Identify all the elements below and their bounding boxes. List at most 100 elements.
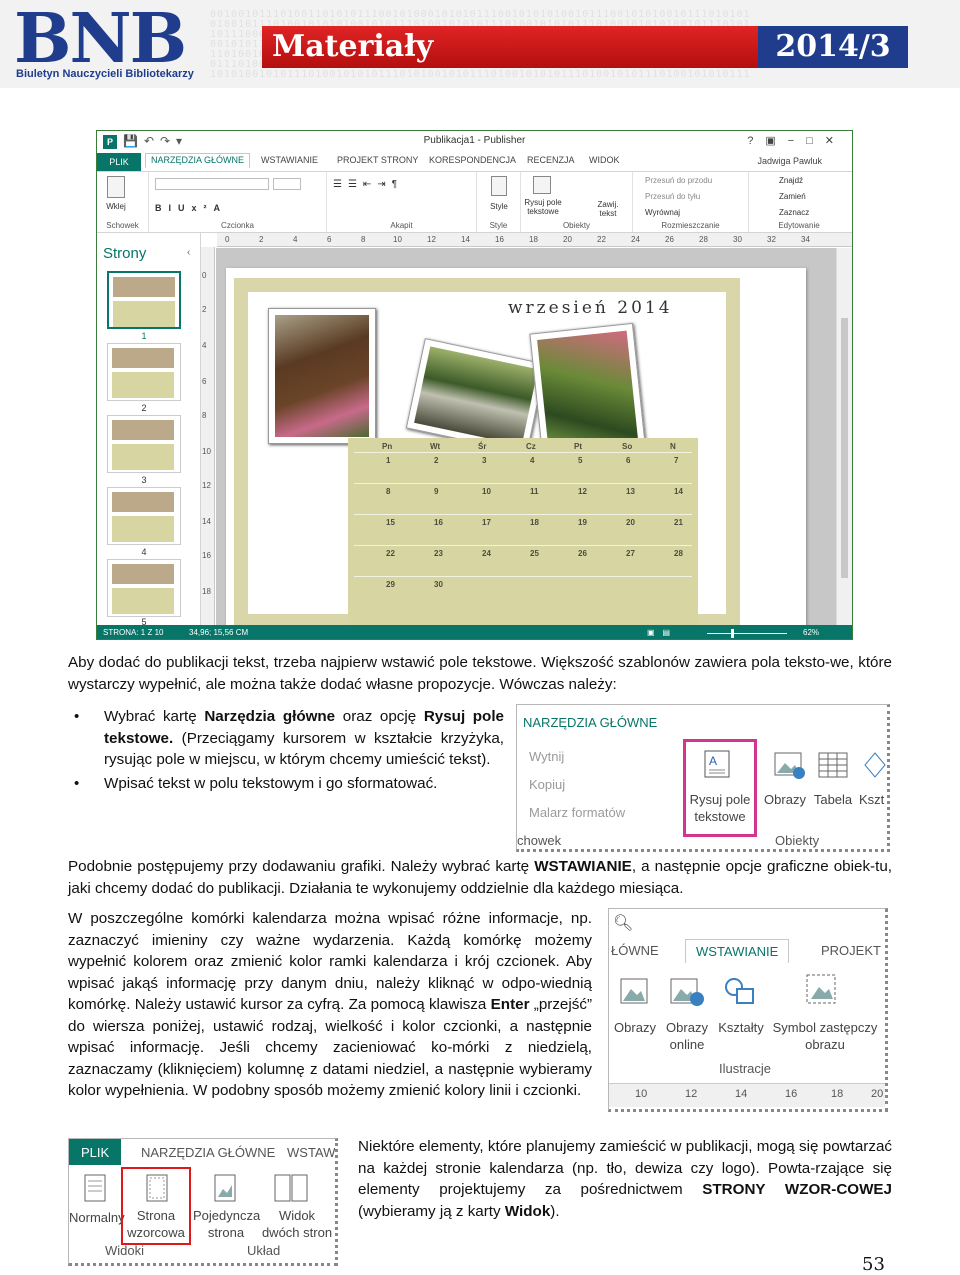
view-buttons[interactable]: ▣▤ — [647, 628, 678, 637]
zoom-slider[interactable] — [707, 633, 787, 634]
select-button[interactable]: Zaznacz — [779, 208, 809, 217]
snippet-view-tab: PLIK NARZĘDZIA GŁÓWNE WSTAW Normalny Str… — [68, 1138, 338, 1266]
page-thumbnail-5[interactable] — [107, 559, 181, 617]
calendar-cells-paragraph: W poszczególne komórki kalendarza można … — [68, 910, 592, 1099]
calendar-day-cell[interactable]: 30 — [434, 580, 443, 589]
tab-review[interactable]: RECENZJA — [527, 155, 575, 165]
tab-home[interactable]: NARZĘDZIA GŁÓWNE — [145, 153, 251, 168]
calendar-day-cell[interactable]: 25 — [530, 549, 539, 558]
calendar-day-cell[interactable]: 29 — [386, 580, 395, 589]
calendar-title[interactable]: wrzesień 2014 — [508, 298, 673, 318]
ribbon: Wklej Schowek BIUx²A Czcionka ☰☰⇤⇥¶ Akap… — [97, 171, 852, 233]
collapse-pane-icon[interactable]: ‹ — [187, 247, 190, 258]
calendar-day-cell[interactable]: 27 — [626, 549, 635, 558]
calendar-day-cell[interactable]: 15 — [386, 518, 395, 527]
page-thumbnail-1[interactable] — [107, 271, 181, 329]
list-item: Wybrać kartę Narzędzia główne oraz opcję… — [70, 706, 504, 771]
group-label: Czcionka — [221, 221, 254, 230]
replace-button[interactable]: Zamień — [779, 192, 806, 201]
two-page-icon — [274, 1174, 308, 1202]
tab-insert[interactable]: WSTAWIANIE — [261, 155, 318, 165]
shapes-button: Kształty — [718, 1020, 764, 1035]
calendar-day-cell[interactable]: 23 — [434, 549, 443, 558]
zoom-slider-knob[interactable] — [731, 629, 734, 638]
paragraph-buttons[interactable]: ☰☰⇤⇥¶ — [333, 180, 473, 190]
send-backward-button[interactable]: Przesuń do tyłu — [645, 192, 700, 201]
group-styles: Style Style — [477, 172, 521, 232]
pictures-button: Obrazy — [764, 792, 806, 807]
svg-text:A: A — [709, 754, 717, 768]
find-button[interactable]: Znajdź — [779, 176, 803, 185]
calendar-day-cell[interactable]: 2 — [434, 456, 438, 465]
calendar-day-header: Wt — [430, 442, 441, 451]
online-pictures-button: Obrazy online — [666, 1020, 708, 1052]
ruler-tick: 12 — [202, 481, 211, 490]
calendar-day-cell[interactable]: 14 — [674, 487, 683, 496]
window-controls[interactable]: ?▣−□✕ — [747, 134, 846, 147]
ruler-tick: 6 — [327, 235, 332, 244]
cursor-position: 34,96; 15,56 CM — [189, 628, 249, 637]
table-icon — [818, 752, 848, 778]
paste-button[interactable]: Wklej — [101, 202, 131, 211]
calendar-day-cell[interactable]: 26 — [578, 549, 587, 558]
font-format-buttons[interactable]: BIUx²A — [155, 204, 305, 213]
tab-page-design[interactable]: PROJEKT STRONY — [337, 155, 418, 165]
align-button[interactable]: Wyrównaj — [645, 208, 680, 217]
calendar-day-cell[interactable]: 16 — [434, 518, 443, 527]
pictures-button: Obrazy — [614, 1020, 656, 1035]
tab-home: ŁÓWNE — [611, 943, 659, 958]
calendar-day-cell[interactable]: 17 — [482, 518, 491, 527]
calendar-day-cell[interactable]: 18 — [530, 518, 539, 527]
bring-forward-button[interactable]: Przesuń do przodu — [645, 176, 712, 185]
calendar-day-cell[interactable]: 12 — [578, 487, 587, 496]
zoom-level[interactable]: 62% — [803, 628, 819, 637]
calendar-table[interactable]: Pn Wt Śr Cz Pt So N 1 2 3 4 5 6 7 8 9 10 11 12 13 14 15 16 17 18… — [348, 438, 698, 625]
scroll-thumb[interactable] — [841, 318, 848, 578]
page-thumbnail-2[interactable] — [107, 343, 181, 401]
calendar-day-cell[interactable]: 13 — [626, 487, 635, 496]
tab-file[interactable]: PLIK — [97, 153, 141, 171]
tab-view[interactable]: WIDOK — [589, 155, 620, 165]
ribbon-tabs: PLIK NARZĘDZIA GŁÓWNE WSTAWIANIE PROJEKT… — [97, 153, 852, 171]
calendar-day-cell[interactable]: 20 — [626, 518, 635, 527]
wrap-text-button[interactable]: Zawij. tekst — [593, 200, 623, 218]
font-name-combo[interactable] — [155, 178, 269, 190]
steps-list: Wybrać kartę Narzędzia główne oraz opcję… — [70, 706, 504, 796]
calendar-day-cell[interactable]: 5 — [578, 456, 582, 465]
photo-door[interactable] — [268, 308, 376, 444]
tab-mailings[interactable]: KORESPONDENCJA — [429, 155, 516, 165]
document-canvas[interactable]: wrzesień 2014 Pn Wt Śr Cz Pt So N 1 2 3 4 5 6 7 8 9 10 11… — [216, 248, 836, 625]
group-objects-label: Obiekty — [775, 833, 820, 848]
calendar-day-cell[interactable]: 24 — [482, 549, 491, 558]
ruler-tick: 8 — [202, 411, 207, 420]
calendar-day-cell[interactable]: 22 — [386, 549, 395, 558]
page-thumbnail-4[interactable] — [107, 487, 181, 545]
calendar-day-cell[interactable]: 28 — [674, 549, 683, 558]
calendar-day-cell[interactable]: 21 — [674, 518, 683, 527]
calendar-day-cell[interactable]: 3 — [482, 456, 486, 465]
font-size-combo[interactable] — [273, 178, 301, 190]
page-indicator[interactable]: STRONA: 1 Z 10 — [103, 628, 163, 637]
placeholder-icon — [806, 974, 836, 1004]
user-name[interactable]: Jadwiga Pawluk — [757, 156, 822, 166]
format-painter-button: Malarz formatów — [529, 805, 626, 820]
snippet-home-tab: NARZĘDZIA GŁÓWNE Wytnij Kopiuj Malarz fo… — [516, 704, 890, 852]
page-number: 2 — [141, 403, 147, 413]
calendar-day-cell[interactable]: 11 — [530, 487, 538, 496]
draw-text-box-button[interactable]: Rysuj pole tekstowe — [521, 198, 565, 216]
calendar-day-cell[interactable]: 4 — [530, 456, 534, 465]
calendar-day-cell[interactable]: 9 — [434, 487, 438, 496]
calendar-day-cell[interactable]: 7 — [674, 456, 678, 465]
calendar-day-cell[interactable]: 6 — [626, 456, 630, 465]
page-thumbnail-3[interactable] — [107, 415, 181, 473]
shapes-button: Kszt — [859, 792, 885, 807]
calendar-day-cell[interactable]: 10 — [482, 487, 491, 496]
calendar-day-cell[interactable]: 8 — [386, 487, 390, 496]
group-label: Obiekty — [562, 221, 591, 230]
calendar-day-cell[interactable]: 1 — [386, 456, 390, 465]
styles-button[interactable]: Style — [479, 202, 519, 211]
cut-button: Wytnij — [529, 749, 565, 764]
calendar-day-cell[interactable]: 19 — [578, 518, 587, 527]
calendar-page[interactable]: wrzesień 2014 Pn Wt Śr Cz Pt So N 1 2 3 4 5 6 7 8 9 10 11… — [226, 268, 806, 625]
vertical-scrollbar[interactable] — [836, 248, 852, 625]
